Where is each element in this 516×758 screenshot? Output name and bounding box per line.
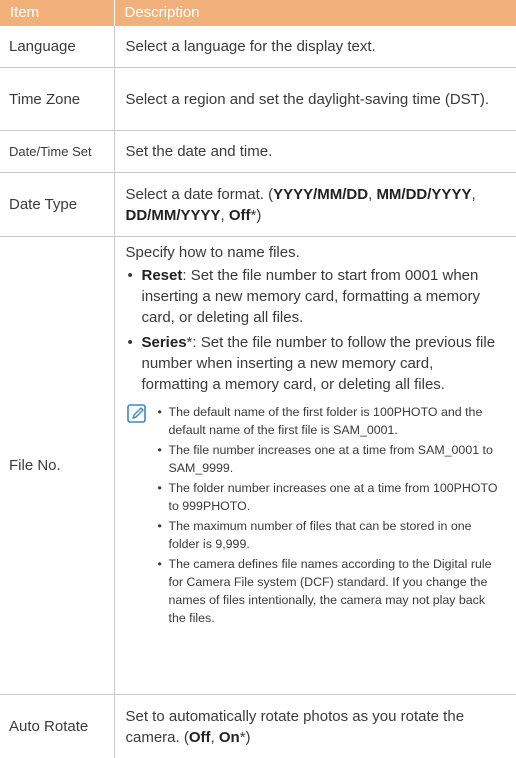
option-list: • Reset: Set the file number to start fro… — [126, 265, 505, 395]
row-item: Date Type — [0, 173, 114, 237]
separator: , — [471, 186, 475, 203]
row-item: Auto Rotate — [0, 695, 114, 758]
list-item: • Reset: Set the file number to start fro… — [126, 265, 505, 328]
desc-text: Set to automatically rotate photos as yo… — [126, 708, 465, 746]
option-term: Series — [142, 334, 187, 351]
row-description: Set to automatically rotate photos as yo… — [114, 695, 516, 758]
row-description: Select a date format. (YYYY/MM/DD, MM/DD… — [114, 173, 516, 237]
header-description: Description — [114, 0, 516, 26]
note-item: • The folder number increases one at a ti… — [158, 479, 505, 515]
table-row: Auto Rotate Set to automatically rotate … — [0, 695, 516, 758]
desc-intro: Specify how to name files. — [126, 242, 505, 263]
note-item: • The default name of the first folder is… — [158, 403, 505, 439]
option-text: *: Set the file number to follow the pre… — [142, 334, 496, 393]
table-row: Date Type Select a date format. (YYYY/MM… — [0, 173, 516, 237]
header-item: Item — [0, 0, 114, 26]
bullet: • — [128, 332, 133, 353]
bullet: • — [158, 479, 162, 497]
note-list: • The default name of the first folder is… — [158, 403, 505, 627]
bullet: • — [158, 441, 162, 459]
row-item: File No. — [0, 237, 114, 695]
option-text: : Set the file number to start from 0001… — [142, 267, 480, 326]
table-header: Item Description — [0, 0, 516, 26]
separator: , — [211, 729, 219, 746]
note-text: The default name of the first folder is … — [169, 405, 483, 437]
bullet: • — [128, 265, 133, 286]
option-yyyy-mm-dd: YYYY/MM/DD — [273, 186, 368, 203]
table-row: Date/Time Set Set the date and time. — [0, 131, 516, 173]
row-description: Select a language for the display text. — [114, 26, 516, 68]
option-term: Reset — [142, 267, 183, 284]
row-description: Specify how to name files. • Reset: Set t… — [114, 237, 516, 695]
table-row: Time Zone Select a region and set the da… — [0, 68, 516, 131]
bullet: • — [158, 555, 162, 573]
separator: , — [221, 207, 229, 224]
bullet: • — [158, 403, 162, 421]
settings-table: Item Description Language Select a langu… — [0, 0, 516, 758]
note-text: The file number increases one at a time … — [169, 443, 493, 475]
default-marker: *) — [240, 729, 251, 746]
row-description: Select a region and set the daylight-sav… — [114, 68, 516, 131]
table-row: Language Select a language for the displ… — [0, 26, 516, 68]
bullet: • — [158, 517, 162, 535]
note-text: The maximum number of files that can be … — [169, 519, 472, 551]
option-mm-dd-yyyy: MM/DD/YYYY — [376, 186, 471, 203]
note-text: The folder number increases one at a tim… — [169, 481, 498, 513]
row-item: Language — [0, 26, 114, 68]
option-on: On — [219, 729, 240, 746]
note-box: • The default name of the first folder is… — [126, 403, 505, 627]
option-off: Off — [189, 729, 211, 746]
table-row: File No. Specify how to name files. • Res… — [0, 237, 516, 695]
note-item: • The camera defines file names according… — [158, 555, 505, 627]
note-text: The camera defines file names according … — [169, 557, 492, 625]
row-description: Set the date and time. — [114, 131, 516, 173]
option-off: Off — [229, 207, 251, 224]
option-dd-mm-yyyy: DD/MM/YYYY — [126, 207, 221, 224]
row-item: Time Zone — [0, 68, 114, 131]
list-item: • Series*: Set the file number to follow … — [126, 332, 505, 395]
desc-text: Select a date format. ( — [126, 186, 274, 203]
note-pencil-icon — [126, 403, 148, 425]
default-marker: *) — [251, 207, 262, 224]
note-item: • The file number increases one at a time… — [158, 441, 505, 477]
row-item: Date/Time Set — [0, 131, 114, 173]
note-item: • The maximum number of files that can be… — [158, 517, 505, 553]
